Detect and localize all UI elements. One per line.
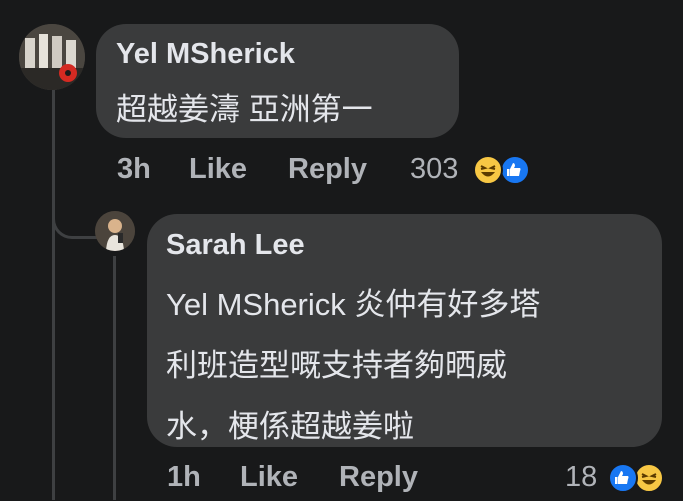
comment-reaction-count[interactable]: 303: [410, 153, 458, 186]
reply-author[interactable]: Sarah Lee: [166, 229, 305, 262]
comment-text: 超越姜濤 亞洲第一: [116, 92, 373, 127]
reply-connector-line: [52, 196, 101, 239]
comment-timestamp[interactable]: 3h: [117, 153, 151, 186]
avatar-photo-icon: [95, 211, 135, 251]
like-icon: [608, 463, 638, 493]
reply-text-line: Yel MSherick 炎仲有好多塔: [166, 287, 541, 322]
reply-bubble: Sarah Lee Yel MSherick 炎仲有好多塔 利班造型嘅支持者夠晒…: [147, 214, 662, 447]
thread-line: [52, 86, 55, 500]
reply-text-line: 利班造型嘅支持者夠晒威: [166, 348, 507, 383]
reply-like-button[interactable]: Like: [240, 461, 298, 494]
haha-icon: [473, 155, 503, 185]
reply-text-line: 水，梗係超越姜啦: [166, 409, 414, 444]
like-icon: [500, 155, 530, 185]
comment-actions: 3h Like Reply 303: [0, 153, 683, 193]
reply-actions: 1h Like Reply 18: [0, 461, 683, 501]
avatar-sarah-lee[interactable]: [95, 211, 135, 251]
avatar-photo-icon: [19, 24, 85, 90]
comment-bubble: Yel MSherick 超越姜濤 亞洲第一: [96, 24, 459, 138]
reply-reply-button[interactable]: Reply: [339, 461, 418, 494]
reply-reaction-count[interactable]: 18: [565, 461, 597, 494]
comment-reply-button[interactable]: Reply: [288, 153, 367, 186]
comment-like-button[interactable]: Like: [189, 153, 247, 186]
haha-icon: [634, 463, 664, 493]
reply-text: Yel MSherick 炎仲有好多塔 利班造型嘅支持者夠晒威 水，梗係超越姜啦: [166, 274, 540, 457]
reply-timestamp[interactable]: 1h: [167, 461, 201, 494]
avatar-yel-msherick[interactable]: [19, 24, 85, 90]
comment-author[interactable]: Yel MSherick: [116, 38, 295, 71]
